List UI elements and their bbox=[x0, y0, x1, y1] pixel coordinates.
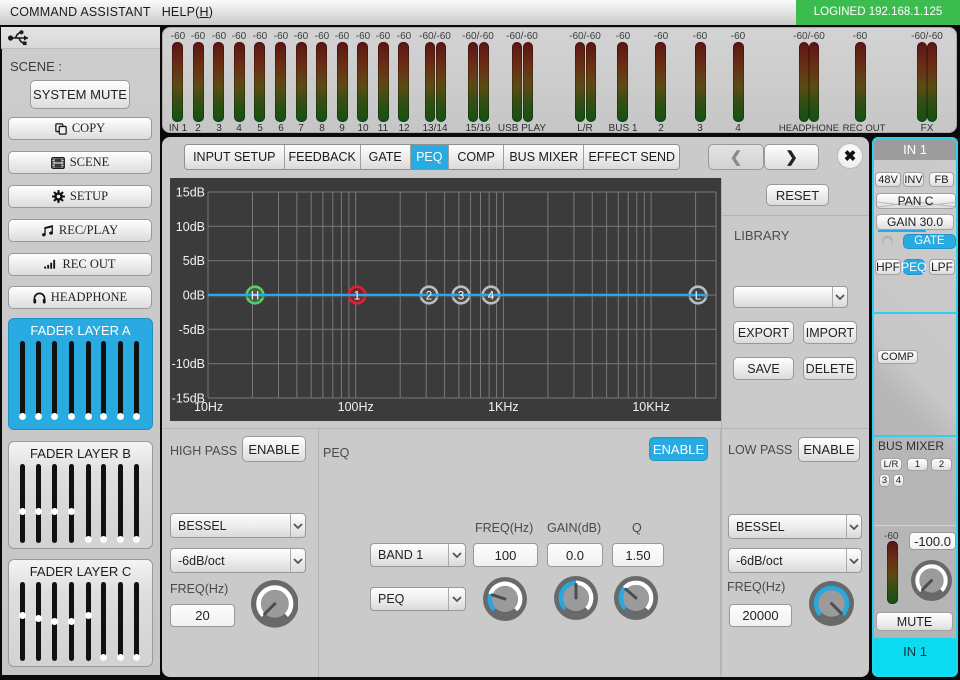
svg-text:-10dB: -10dB bbox=[172, 357, 205, 371]
svg-text:2: 2 bbox=[426, 290, 432, 302]
svg-text:0dB: 0dB bbox=[183, 289, 205, 303]
svg-text:1KHz: 1KHz bbox=[488, 400, 519, 414]
svg-text:4: 4 bbox=[488, 290, 495, 302]
svg-text:100Hz: 100Hz bbox=[338, 400, 374, 414]
svg-text:10KHz: 10KHz bbox=[632, 400, 670, 414]
svg-text:1: 1 bbox=[354, 290, 360, 302]
svg-text:-5dB: -5dB bbox=[179, 323, 205, 337]
svg-text:3: 3 bbox=[458, 290, 464, 302]
svg-text:5dB: 5dB bbox=[183, 254, 205, 268]
svg-text:H: H bbox=[251, 290, 259, 302]
svg-text:15dB: 15dB bbox=[176, 186, 205, 200]
svg-text:10dB: 10dB bbox=[176, 220, 205, 234]
svg-text:10Hz: 10Hz bbox=[194, 400, 223, 414]
svg-text:L: L bbox=[695, 290, 702, 302]
